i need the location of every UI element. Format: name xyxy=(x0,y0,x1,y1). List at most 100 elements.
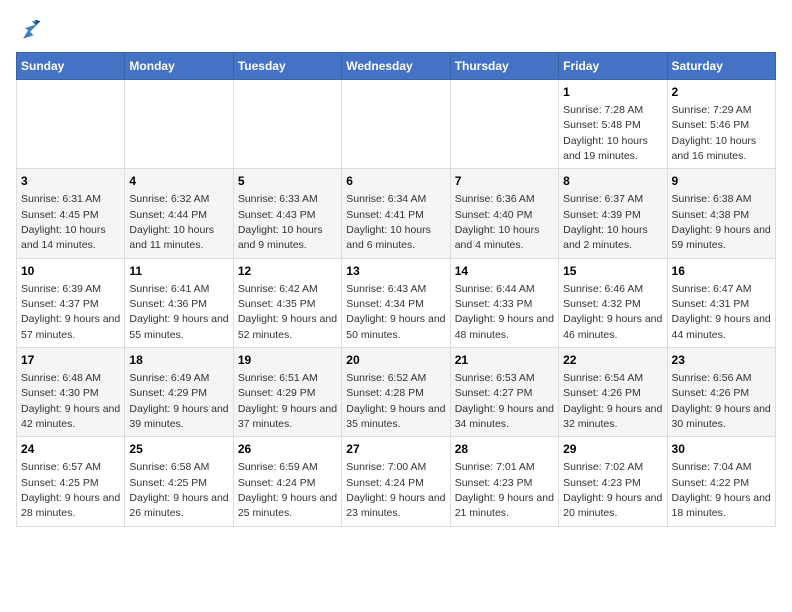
day-number: 13 xyxy=(346,263,445,280)
calendar-cell xyxy=(17,80,125,169)
day-info: Sunrise: 7:02 AM Sunset: 4:23 PM Dayligh… xyxy=(563,461,662,519)
calendar-cell xyxy=(450,80,558,169)
calendar-cell: 10 Sunrise: 6:39 AM Sunset: 4:37 PM Dayli… xyxy=(17,258,125,347)
calendar-cell: 20 Sunrise: 6:52 AM Sunset: 4:28 PM Dayli… xyxy=(342,348,450,437)
day-header-wednesday: Wednesday xyxy=(342,53,450,80)
calendar-week-2: 3 Sunrise: 6:31 AM Sunset: 4:45 PM Daylig… xyxy=(17,169,776,258)
day-number: 17 xyxy=(21,352,120,369)
day-number: 23 xyxy=(672,352,771,369)
day-number: 8 xyxy=(563,173,662,190)
calendar-cell: 21 Sunrise: 6:53 AM Sunset: 4:27 PM Dayli… xyxy=(450,348,558,437)
day-info: Sunrise: 6:52 AM Sunset: 4:28 PM Dayligh… xyxy=(346,372,445,430)
day-number: 11 xyxy=(129,263,228,280)
day-info: Sunrise: 6:39 AM Sunset: 4:37 PM Dayligh… xyxy=(21,283,120,341)
day-header-sunday: Sunday xyxy=(17,53,125,80)
day-number: 22 xyxy=(563,352,662,369)
calendar-cell: 29 Sunrise: 7:02 AM Sunset: 4:23 PM Dayli… xyxy=(559,437,667,526)
day-info: Sunrise: 6:34 AM Sunset: 4:41 PM Dayligh… xyxy=(346,193,431,251)
day-info: Sunrise: 6:49 AM Sunset: 4:29 PM Dayligh… xyxy=(129,372,228,430)
calendar-cell: 5 Sunrise: 6:33 AM Sunset: 4:43 PM Daylig… xyxy=(233,169,341,258)
day-info: Sunrise: 6:56 AM Sunset: 4:26 PM Dayligh… xyxy=(672,372,771,430)
day-number: 29 xyxy=(563,441,662,458)
day-number: 25 xyxy=(129,441,228,458)
day-number: 7 xyxy=(455,173,554,190)
day-info: Sunrise: 6:36 AM Sunset: 4:40 PM Dayligh… xyxy=(455,193,540,251)
day-info: Sunrise: 6:57 AM Sunset: 4:25 PM Dayligh… xyxy=(21,461,120,519)
day-info: Sunrise: 6:58 AM Sunset: 4:25 PM Dayligh… xyxy=(129,461,228,519)
calendar-cell: 18 Sunrise: 6:49 AM Sunset: 4:29 PM Dayli… xyxy=(125,348,233,437)
day-number: 20 xyxy=(346,352,445,369)
day-number: 6 xyxy=(346,173,445,190)
day-number: 15 xyxy=(563,263,662,280)
day-number: 26 xyxy=(238,441,337,458)
calendar-cell: 4Sunrise: 6:32 AM Sunset: 4:44 PM Daylig… xyxy=(125,169,233,258)
day-number: 30 xyxy=(672,441,771,458)
day-number: 28 xyxy=(455,441,554,458)
calendar-cell: 2 Sunrise: 7:29 AM Sunset: 5:46 PM Daylig… xyxy=(667,80,775,169)
day-info: Sunrise: 6:33 AM Sunset: 4:43 PM Dayligh… xyxy=(238,193,323,251)
calendar-cell: 28 Sunrise: 7:01 AM Sunset: 4:23 PM Dayli… xyxy=(450,437,558,526)
day-info: Sunrise: 7:00 AM Sunset: 4:24 PM Dayligh… xyxy=(346,461,445,519)
calendar-cell: 7 Sunrise: 6:36 AM Sunset: 4:40 PM Daylig… xyxy=(450,169,558,258)
day-info: Sunrise: 6:37 AM Sunset: 4:39 PM Dayligh… xyxy=(563,193,648,251)
day-number: 2 xyxy=(672,84,771,101)
calendar-cell: 19 Sunrise: 6:51 AM Sunset: 4:29 PM Dayli… xyxy=(233,348,341,437)
calendar-cell: 23 Sunrise: 6:56 AM Sunset: 4:26 PM Dayli… xyxy=(667,348,775,437)
day-info: Sunrise: 6:59 AM Sunset: 4:24 PM Dayligh… xyxy=(238,461,337,519)
calendar: SundayMondayTuesdayWednesdayThursdayFrid… xyxy=(16,52,776,527)
logo-icon xyxy=(16,16,44,44)
calendar-cell: 24 Sunrise: 6:57 AM Sunset: 4:25 PM Dayli… xyxy=(17,437,125,526)
header xyxy=(16,16,776,44)
day-header-tuesday: Tuesday xyxy=(233,53,341,80)
calendar-week-3: 10 Sunrise: 6:39 AM Sunset: 4:37 PM Dayli… xyxy=(17,258,776,347)
day-info: Sunrise: 6:53 AM Sunset: 4:27 PM Dayligh… xyxy=(455,372,554,430)
day-number: 1 xyxy=(563,84,662,101)
day-number: 10 xyxy=(21,263,120,280)
day-number: 5 xyxy=(238,173,337,190)
day-info: Sunrise: 6:54 AM Sunset: 4:26 PM Dayligh… xyxy=(563,372,662,430)
calendar-week-4: 17 Sunrise: 6:48 AM Sunset: 4:30 PM Dayli… xyxy=(17,348,776,437)
day-header-thursday: Thursday xyxy=(450,53,558,80)
day-number: 21 xyxy=(455,352,554,369)
day-info: Sunrise: 7:28 AM Sunset: 5:48 PM Dayligh… xyxy=(563,104,648,162)
day-info: Sunrise: 7:04 AM Sunset: 4:22 PM Dayligh… xyxy=(672,461,771,519)
calendar-cell: 15 Sunrise: 6:46 AM Sunset: 4:32 PM Dayli… xyxy=(559,258,667,347)
day-info: Sunrise: 6:51 AM Sunset: 4:29 PM Dayligh… xyxy=(238,372,337,430)
day-info: Sunrise: 6:47 AM Sunset: 4:31 PM Dayligh… xyxy=(672,283,771,341)
day-info: Sunrise: 6:38 AM Sunset: 4:38 PM Dayligh… xyxy=(672,193,771,251)
day-info: Sunrise: 7:01 AM Sunset: 4:23 PM Dayligh… xyxy=(455,461,554,519)
calendar-cell: 1 Sunrise: 7:28 AM Sunset: 5:48 PM Daylig… xyxy=(559,80,667,169)
day-info: Sunrise: 7:29 AM Sunset: 5:46 PM Dayligh… xyxy=(672,104,757,162)
day-number: 19 xyxy=(238,352,337,369)
day-header-monday: Monday xyxy=(125,53,233,80)
calendar-cell: 30 Sunrise: 7:04 AM Sunset: 4:22 PM Dayli… xyxy=(667,437,775,526)
calendar-cell: 11Sunrise: 6:41 AM Sunset: 4:36 PM Dayli… xyxy=(125,258,233,347)
calendar-header-row: SundayMondayTuesdayWednesdayThursdayFrid… xyxy=(17,53,776,80)
day-info: Sunrise: 6:44 AM Sunset: 4:33 PM Dayligh… xyxy=(455,283,554,341)
day-number: 14 xyxy=(455,263,554,280)
day-info: Sunrise: 6:48 AM Sunset: 4:30 PM Dayligh… xyxy=(21,372,120,430)
day-number: 24 xyxy=(21,441,120,458)
calendar-cell: 12 Sunrise: 6:42 AM Sunset: 4:35 PM Dayli… xyxy=(233,258,341,347)
day-info: Sunrise: 6:46 AM Sunset: 4:32 PM Dayligh… xyxy=(563,283,662,341)
calendar-cell xyxy=(342,80,450,169)
calendar-cell: 16Sunrise: 6:47 AM Sunset: 4:31 PM Dayli… xyxy=(667,258,775,347)
logo xyxy=(16,16,48,44)
day-info: Sunrise: 6:42 AM Sunset: 4:35 PM Dayligh… xyxy=(238,283,337,341)
calendar-cell: 14 Sunrise: 6:44 AM Sunset: 4:33 PM Dayli… xyxy=(450,258,558,347)
calendar-cell: 25 Sunrise: 6:58 AM Sunset: 4:25 PM Dayli… xyxy=(125,437,233,526)
day-number: 3 xyxy=(21,173,120,190)
calendar-cell: 27 Sunrise: 7:00 AM Sunset: 4:24 PM Dayli… xyxy=(342,437,450,526)
day-info: Sunrise: 6:32 AM Sunset: 4:44 PM Dayligh… xyxy=(129,193,214,251)
day-number: 18 xyxy=(129,352,228,369)
calendar-cell: 13Sunrise: 6:43 AM Sunset: 4:34 PM Dayli… xyxy=(342,258,450,347)
calendar-cell: 3 Sunrise: 6:31 AM Sunset: 4:45 PM Daylig… xyxy=(17,169,125,258)
day-header-friday: Friday xyxy=(559,53,667,80)
day-info: Sunrise: 6:31 AM Sunset: 4:45 PM Dayligh… xyxy=(21,193,106,251)
calendar-cell xyxy=(233,80,341,169)
calendar-cell: 22 Sunrise: 6:54 AM Sunset: 4:26 PM Dayli… xyxy=(559,348,667,437)
day-number: 12 xyxy=(238,263,337,280)
day-number: 27 xyxy=(346,441,445,458)
calendar-week-5: 24 Sunrise: 6:57 AM Sunset: 4:25 PM Dayli… xyxy=(17,437,776,526)
calendar-cell: 6 Sunrise: 6:34 AM Sunset: 4:41 PM Daylig… xyxy=(342,169,450,258)
